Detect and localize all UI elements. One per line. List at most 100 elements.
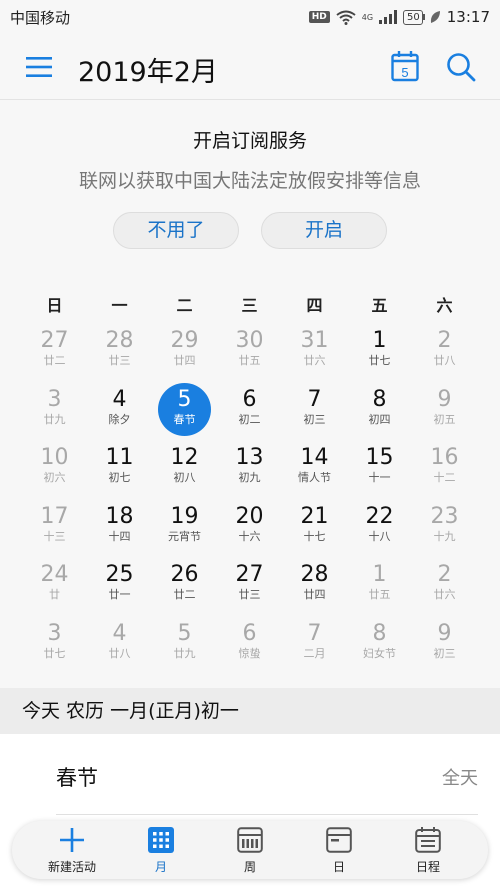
weekday-label: 一: [111, 296, 128, 315]
calendar-day[interactable]: 1 廿七: [347, 324, 412, 383]
divider: [56, 814, 478, 815]
calendar-day[interactable]: 16 十二: [412, 441, 477, 500]
calendar-day[interactable]: 27 廿三: [217, 558, 282, 617]
calendar-day[interactable]: 7 初三: [282, 383, 347, 442]
lunar-day-label: 廿八: [108, 646, 131, 660]
calendar-day[interactable]: 11 初七: [87, 441, 152, 500]
calendar-day[interactable]: 9 初三: [412, 617, 477, 676]
day-number: 3: [47, 620, 62, 646]
day-number: 24: [40, 562, 69, 587]
nav-label: 新建活动: [47, 860, 96, 874]
calendar-day[interactable]: 21 十七: [282, 500, 347, 559]
calendar-day[interactable]: 14 情人节: [282, 441, 347, 500]
wifi-icon: [336, 10, 356, 25]
calendar-day[interactable]: 15 十一: [347, 441, 412, 500]
lunar-day-label: 初七: [108, 471, 131, 484]
calendar-day[interactable]: 28 廿三: [87, 324, 152, 383]
calendar-day[interactable]: 30 廿五: [217, 324, 282, 383]
calendar-day[interactable]: 29 廿四: [152, 324, 217, 383]
calendar-day[interactable]: 3 廿七: [22, 617, 87, 676]
calendar-day[interactable]: 3 廿九: [22, 383, 87, 442]
battery-level: 50: [407, 11, 420, 23]
calendar-day[interactable]: 2 廿八: [412, 324, 477, 383]
calendar-day[interactable]: 25 廿一: [87, 558, 152, 617]
nav-label: 日: [332, 860, 345, 874]
lunar-day-label: 初三: [303, 412, 326, 426]
lunar-day-label: 初三: [433, 646, 456, 660]
day-number: 2: [437, 562, 452, 587]
weekday-header: 日一二三四五六: [22, 292, 477, 315]
calendar-day[interactable]: 1 廿五: [347, 558, 412, 617]
menu-icon[interactable]: [26, 56, 52, 78]
nav-week[interactable]: 周: [210, 821, 290, 879]
lunar-day-label: 廿七: [43, 646, 66, 660]
carrier-name: 中国移动: [10, 8, 71, 27]
calendar-day[interactable]: 18 十四: [87, 500, 152, 559]
decline-button[interactable]: 不用了: [113, 212, 239, 249]
event-item[interactable]: 春节 全天: [0, 734, 500, 814]
day-number: 12: [170, 445, 199, 470]
nav-day[interactable]: 日: [299, 821, 379, 879]
calendar-grid: 27 廿二 28 廿三 29 廿四 30 廿五 31 廿六 1 廿七 2 廿八 3 廿九 4 除夕 5 春节 6 初二 7 初…: [22, 324, 477, 675]
day-number: 7: [307, 620, 322, 646]
day-number: 19: [170, 503, 199, 529]
calendar-day[interactable]: 9 初五: [412, 383, 477, 442]
day-number: 8: [372, 386, 387, 412]
lunar-day-label: 情人节: [298, 471, 331, 484]
day-number: 4: [112, 620, 127, 646]
calendar-day[interactable]: 10 初六: [22, 441, 87, 500]
nav-new-event[interactable]: 新建活动: [32, 821, 112, 879]
enable-button[interactable]: 开启: [261, 212, 387, 249]
nav-label: 周: [243, 860, 256, 874]
calendar-day[interactable]: 12 初八: [152, 441, 217, 500]
calendar-day[interactable]: 17 十三: [22, 500, 87, 559]
calendar-day[interactable]: 22 十八: [347, 500, 412, 559]
calendar-week-row: 10 初六 11 初七 12 初八 13 初九 14 情人节 15 十一 16 十二: [22, 441, 477, 500]
lunar-day-label: 廿六: [433, 588, 456, 601]
calendar-day[interactable]: 28 廿四: [282, 558, 347, 617]
calendar-day[interactable]: 8 初四: [347, 383, 412, 442]
calendar-day[interactable]: 24 廿: [22, 558, 87, 617]
calendar-day[interactable]: 19 元宵节: [152, 500, 217, 559]
app-bar: 2019年2月 5: [0, 34, 500, 100]
calendar-day[interactable]: 6 初二: [217, 383, 282, 442]
lunar-day-label: 初四: [368, 412, 391, 426]
calendar-day[interactable]: 2 廿六: [412, 558, 477, 617]
calendar-day[interactable]: 20 十六: [217, 500, 282, 559]
month-title[interactable]: 2019年2月: [78, 50, 218, 89]
lunar-day-label: 十四: [108, 529, 131, 543]
lunar-day-label: 惊蛰: [238, 646, 261, 660]
calendar-day[interactable]: 7 二月: [282, 617, 347, 676]
nav-month[interactable]: 月: [121, 821, 201, 879]
agenda-icon: [415, 827, 441, 853]
calendar-day[interactable]: 5 廿九: [152, 617, 217, 676]
search-icon[interactable]: [446, 52, 476, 82]
calendar-day[interactable]: 4 除夕: [87, 383, 152, 442]
calendar-today-icon[interactable]: 5: [391, 50, 419, 82]
day-number: 27: [235, 562, 264, 587]
day-number: 3: [47, 386, 62, 412]
status-icons: HD 4G 50 13:17: [308, 8, 490, 26]
calendar-day-selected[interactable]: 5 春节: [152, 382, 217, 442]
calendar-week-row: 24 廿 25 廿一 26 廿二 27 廿三 28 廿四 1 廿五 2 廿六: [22, 558, 477, 617]
leaf-icon: [430, 11, 440, 23]
day-number: 21: [300, 503, 329, 529]
day-number: 31: [300, 328, 329, 353]
day-number: 7: [307, 386, 322, 412]
calendar-day[interactable]: 13 初九: [217, 441, 282, 500]
lunar-day-label: 妇女节: [363, 646, 396, 660]
calendar-day[interactable]: 27 廿二: [22, 324, 87, 383]
lunar-day-label: 廿八: [433, 354, 456, 367]
lunar-day-label: 十九: [433, 529, 456, 543]
calendar-day[interactable]: 23 十九: [412, 500, 477, 559]
lunar-day-label: 廿九: [43, 412, 66, 426]
day-number: 1: [372, 562, 387, 587]
calendar-day[interactable]: 6 惊蛰: [217, 617, 282, 676]
calendar-day[interactable]: 4 廿八: [87, 617, 152, 676]
nav-agenda[interactable]: 日程: [388, 821, 468, 879]
calendar-day[interactable]: 8 妇女节: [347, 617, 412, 676]
day-number: 14: [300, 445, 329, 470]
calendar-day[interactable]: 26 廿二: [152, 558, 217, 617]
bottom-nav: 新建活动 月 周 日 日程: [12, 821, 488, 879]
calendar-day[interactable]: 31 廿六: [282, 324, 347, 383]
